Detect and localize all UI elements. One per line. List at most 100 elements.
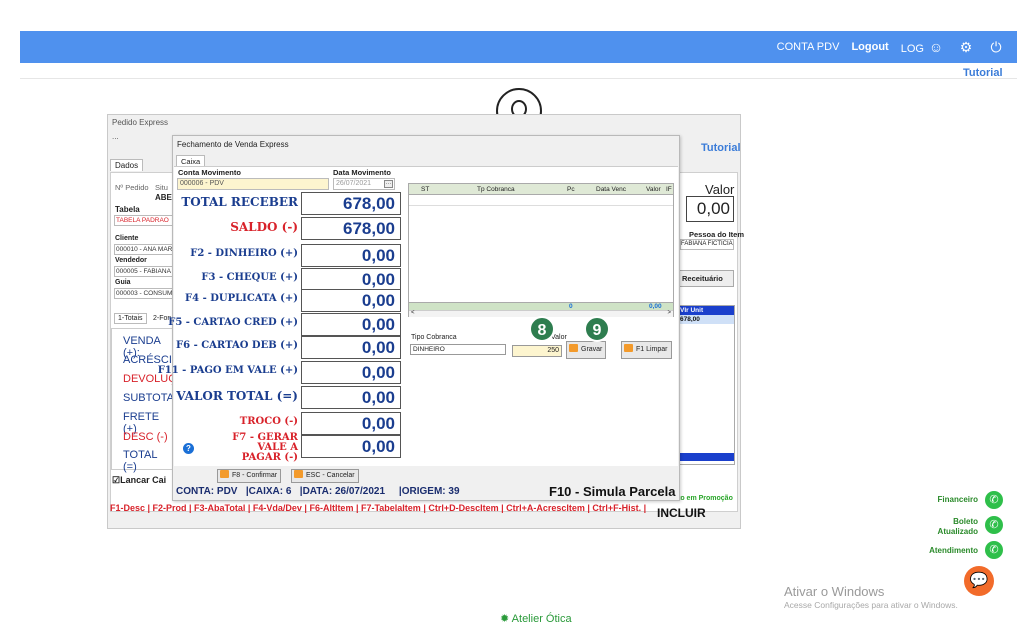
items-grid: Vlr Unit 678,00 (677, 305, 735, 465)
simula-parcela-link[interactable]: F10 - Simula Parcela (549, 484, 675, 499)
dinheiro-field[interactable]: 0,00 (301, 244, 401, 267)
window-title: Pedido Express (112, 118, 169, 127)
gerar-vale-row: F7 - GERAR VALE A PAGAR (-) 0,00 (175, 433, 402, 463)
valor-label: Valor (705, 182, 735, 197)
tipo-cobranca-label: Tipo Cobranca (411, 334, 457, 341)
valor-total-row: VALOR TOTAL (=) 0,00 (175, 386, 402, 409)
cliente-label: Cliente (115, 235, 139, 242)
confirmar-button[interactable]: F8 - Confirmar (217, 469, 282, 483)
cancelar-button[interactable]: ESC - Cancelar (291, 469, 359, 483)
cartao-deb-field[interactable]: 0,00 (301, 336, 401, 359)
duplicata-field[interactable]: 0,00 (301, 289, 401, 312)
cancelar-label: ESC - Cancelar (306, 472, 355, 479)
whatsapp-icon[interactable]: ✆ (985, 516, 1003, 534)
conta-movimento-label: Conta Movimento (178, 168, 241, 177)
pessoa-item-label: Pessoa do Item (689, 230, 745, 239)
conta-pdv-link[interactable]: CONTA PDV (777, 41, 840, 53)
totals-box: VENDA (+): ACRÉSCIM DEVOLUÇÃ SUBTOTAL FR… (111, 328, 184, 473)
limpar-button[interactable]: F1 Limpar (621, 341, 672, 359)
clear-icon (624, 344, 633, 352)
grid-row[interactable]: 678,00 (678, 315, 734, 324)
status-origem: |ORIGEM: 39 (398, 486, 460, 497)
chevron-right-icon[interactable]: > (667, 310, 671, 316)
pago-vale-label: F11 - PAGO EM VALE (+) (157, 365, 298, 376)
cartao-deb-row: F6 - CARTAO DEB (+) 0,00 (175, 336, 402, 359)
guia-field[interactable]: 000003 - CONSUMI (114, 288, 174, 299)
tutorial-right-link[interactable]: Tutorial (701, 142, 741, 154)
grid-summary: 0 0,00 (409, 302, 673, 310)
cheque-field[interactable]: 0,00 (301, 268, 401, 291)
user-circle-icon: ☺ (928, 39, 944, 55)
data-movimento-field[interactable]: 26/07/2021 ··· (333, 178, 395, 190)
grid-footer (678, 453, 734, 461)
window-dots: ... (112, 132, 119, 141)
col-if: IF (666, 186, 672, 193)
col-st: ST (421, 186, 430, 193)
dialog-title: Fechamento de Venda Express (177, 140, 289, 149)
sum-pc: 0 (569, 303, 573, 310)
limpar-label: F1 Limpar (636, 346, 668, 353)
status-data: |DATA: 26/07/2021 (299, 486, 386, 497)
receituario-button[interactable]: Receituário (678, 270, 734, 287)
log-link[interactable]: LOG ☺ (901, 38, 945, 56)
total-receber-label: TOTAL RECEBER (181, 195, 298, 209)
lancar-caixa-checkbox[interactable]: ☑Lancar Cai (112, 475, 166, 486)
pago-vale-field[interactable]: 0,00 (301, 361, 401, 384)
cheque-row: F3 - CHEQUE (+) 0,00 (175, 268, 402, 291)
shortcut-bar: F1-Desc | F2-Prod | F3-AbaTotal | F4-Vda… (110, 503, 647, 513)
data-movimento-label: Data Movimento (333, 168, 391, 177)
total-desc: DESC (-) (123, 431, 168, 443)
chat-icon[interactable]: 💬 (964, 566, 994, 596)
top-nav: CONTA PDV Logout LOG ☺ ⚙ ⏻ (777, 31, 1005, 63)
conta-movimento-field[interactable]: 000006 - PDV (177, 178, 329, 190)
tab-totais[interactable]: 1-Totais (114, 313, 147, 324)
step-8-badge: 8 (529, 316, 555, 342)
financeiro-link[interactable]: Financeiro (930, 495, 978, 504)
status-caixa: |CAIXA: 6 (245, 486, 292, 497)
gear-icon[interactable]: ⚙ (957, 38, 975, 56)
gravar-button[interactable]: Gravar (566, 341, 607, 359)
status-abe: ABE (155, 193, 172, 202)
cliente-field[interactable]: 000010 - ANA MARIA (114, 244, 174, 255)
gerar-vale-field[interactable]: 0,00 (301, 435, 401, 458)
vendedor-label: Vendedor (115, 257, 147, 264)
cheque-label: F3 - CHEQUE (+) (201, 272, 298, 283)
help-icon[interactable]: ? (183, 443, 194, 454)
tabela-field[interactable]: TABELA PADRAO (114, 215, 174, 226)
boleto-link[interactable]: Boleto Atualizado (920, 517, 978, 537)
valor-input[interactable]: 250 (512, 345, 562, 357)
top-navbar: CONTA PDV Logout LOG ☺ ⚙ ⏻ (20, 31, 1017, 63)
calendar-icon[interactable]: ··· (384, 180, 393, 188)
duplicata-row: F4 - DUPLICATA (+) 0,00 (175, 289, 402, 312)
grid-row-empty[interactable] (409, 196, 673, 206)
power-icon[interactable]: ⏻ (987, 38, 1005, 56)
col-valor: Valor (646, 186, 661, 193)
log-label: LOG (900, 43, 924, 55)
fechamento-venda-dialog: Fechamento de Venda Express Caixa Conta … (158, 135, 680, 501)
total-receber-row: TOTAL RECEBER 678,00 (175, 192, 402, 215)
incluir-status: INCLUIR (657, 506, 706, 520)
total-receber-value: 678,00 (301, 192, 401, 215)
saldo-row: SALDO (-) 678,00 (175, 217, 402, 240)
duplicata-label: F4 - DUPLICATA (+) (185, 293, 298, 304)
cartao-cred-field[interactable]: 0,00 (301, 313, 401, 336)
tipo-cobranca-field[interactable]: DINHEIRO (410, 344, 506, 355)
atendimento-link[interactable]: Atendimento (920, 546, 978, 555)
whatsapp-icon[interactable]: ✆ (985, 541, 1003, 559)
guia-label: Guia (115, 279, 131, 286)
windows-activation-text: Acesse Configurações para ativar o Windo… (784, 600, 958, 610)
n-pedido-label: Nº Pedido (115, 183, 149, 192)
vendedor-field[interactable]: 000005 - FABIANA (114, 266, 174, 277)
tab-dados[interactable]: Dados (110, 159, 144, 171)
total-total: TOTAL (=) (123, 449, 158, 473)
confirmar-label: F8 - Confirmar (232, 472, 278, 479)
chevron-left-icon[interactable]: < (411, 310, 415, 316)
situ-label: Situ (155, 183, 168, 192)
dinheiro-row: F2 - DINHEIRO (+) 0,00 (175, 244, 402, 267)
gravar-label: Gravar (581, 346, 603, 353)
whatsapp-icon[interactable]: ✆ (985, 491, 1003, 509)
cartao-cred-label: F5 - CARTAO CRED (+) (168, 317, 298, 328)
logout-link[interactable]: Logout (851, 41, 888, 53)
gerar-vale-label: F7 - GERAR VALE A PAGAR (-) (232, 432, 298, 463)
pessoa-item-field[interactable]: FABIANA FICTICIA (680, 239, 734, 250)
